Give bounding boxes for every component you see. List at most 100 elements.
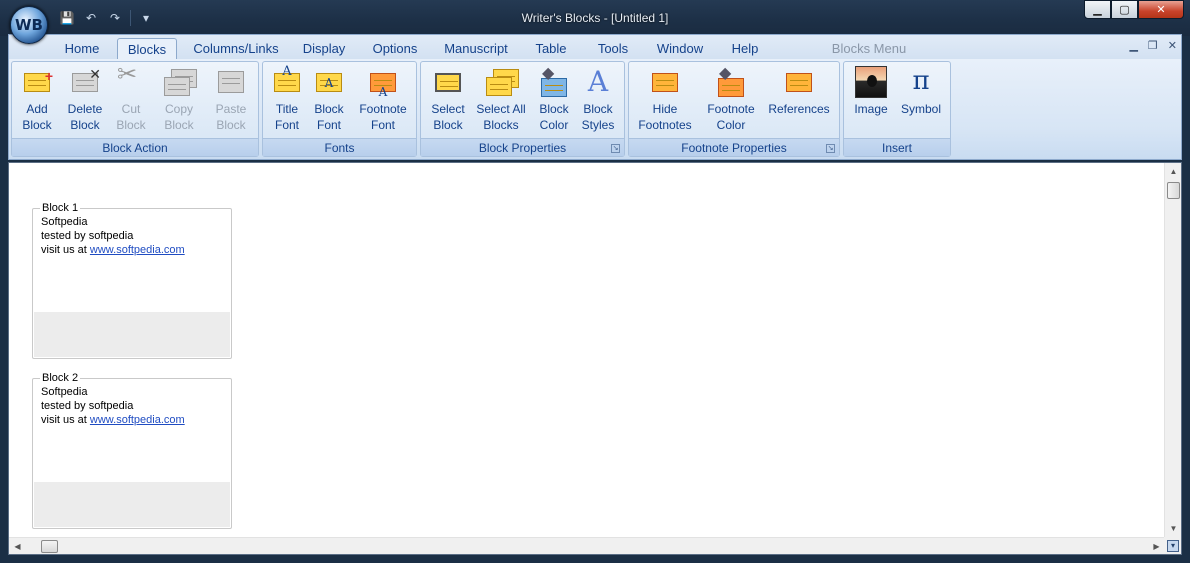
title-bar: WB 💾 ↶ ↷ ▾ Writer's Blocks - [Untitled 1… <box>0 0 1190 44</box>
block-link[interactable]: www.softpedia.com <box>90 244 185 256</box>
select-block-icon <box>432 66 464 98</box>
window-controls: ▁ ▢ ✕ <box>1084 0 1184 19</box>
copy-icon <box>163 66 197 98</box>
ribbon-panel: + Add Block ✕ Delete Block ✂ Cut Block C… <box>9 59 1181 159</box>
paint-bucket-icon: ◆ <box>715 66 747 98</box>
delete-block-button[interactable]: ✕ Delete Block <box>62 66 108 138</box>
app-logo: WB <box>15 16 43 34</box>
group-footnote-properties: Hide Footnotes ◆ Footnote Color Referenc… <box>628 61 840 157</box>
tab-blocks-menu[interactable]: Blocks Menu <box>827 38 911 59</box>
group-label: Fonts <box>263 138 416 156</box>
tab-home[interactable]: Home <box>55 38 109 59</box>
copy-block-button[interactable]: Copy Block <box>156 66 202 138</box>
scroll-right-icon[interactable]: ▶ <box>1148 538 1165 555</box>
document-window-controls: ▁ ❐ ✕ <box>1129 39 1177 52</box>
block-body[interactable]: Softpedia tested by softpedia visit us a… <box>41 215 185 257</box>
tab-blocks[interactable]: Blocks <box>117 38 177 59</box>
tab-display[interactable]: Display <box>297 38 351 59</box>
group-label: Block Properties <box>421 138 624 156</box>
delete-block-icon: ✕ <box>69 66 101 98</box>
maximize-button[interactable]: ▢ <box>1111 0 1138 19</box>
add-block-button[interactable]: + Add Block <box>14 66 60 138</box>
horizontal-scrollbar[interactable]: ◀ ▶ <box>9 537 1165 554</box>
tab-table[interactable]: Table <box>529 38 573 59</box>
cut-block-button[interactable]: ✂ Cut Block <box>110 61 152 138</box>
footnote-color-button[interactable]: ◆ Footnote Color <box>701 66 761 138</box>
block-text-line: visit us at <box>41 244 87 256</box>
dialog-launcher-icon[interactable]: ↘ <box>826 144 835 153</box>
scroll-up-icon[interactable]: ▲ <box>1165 163 1182 180</box>
select-all-blocks-button[interactable]: Select All Blocks <box>473 66 529 138</box>
group-label: Block Action <box>12 138 258 156</box>
footnote-font-button[interactable]: A Footnote Font <box>353 66 413 138</box>
application-menu-button[interactable]: WB <box>10 6 48 44</box>
scissors-icon: ✂ <box>117 61 138 88</box>
horizontal-scroll-thumb[interactable] <box>41 540 58 553</box>
title-font-icon: A <box>271 64 303 98</box>
vertical-scroll-thumb[interactable] <box>1167 182 1180 199</box>
hide-footnotes-button[interactable]: Hide Footnotes <box>635 66 695 138</box>
pi-symbol-icon: π <box>912 66 930 96</box>
ribbon-tabs: Home Blocks Columns/Links Display Option… <box>9 35 1181 59</box>
block-footnote-area[interactable] <box>34 312 230 357</box>
group-insert: Image π Symbol Insert <box>843 61 951 157</box>
block-font-button[interactable]: A Block Font <box>309 66 349 138</box>
block-color-button[interactable]: ◆ Block Color <box>533 66 575 138</box>
select-block-button[interactable]: Select Block <box>425 66 471 138</box>
block-font-icon: A <box>313 66 345 98</box>
document-frame: Block 1 Softpedia tested by softpedia vi… <box>8 162 1182 555</box>
close-button[interactable]: ✕ <box>1138 0 1184 19</box>
tab-options[interactable]: Options <box>365 38 425 59</box>
block-text-line: tested by softpedia <box>41 230 134 242</box>
document-canvas[interactable]: Block 1 Softpedia tested by softpedia vi… <box>9 163 1165 537</box>
document-minimize-icon[interactable]: ▁ <box>1129 39 1137 52</box>
vertical-scrollbar[interactable]: ▲ ▼ <box>1164 163 1181 537</box>
tab-columns-links[interactable]: Columns/Links <box>189 38 283 59</box>
block-title: Block 1 <box>40 202 81 214</box>
document-close-icon[interactable]: ✕ <box>1168 39 1177 52</box>
scroll-left-icon[interactable]: ◀ <box>9 538 26 555</box>
block-text-line: Softpedia <box>41 386 88 398</box>
tab-manuscript[interactable]: Manuscript <box>437 38 515 59</box>
text-block[interactable]: Block 1 Softpedia tested by softpedia vi… <box>32 202 232 359</box>
references-button[interactable]: References <box>767 66 831 138</box>
title-font-button[interactable]: A Title Font <box>267 64 307 138</box>
dialog-launcher-icon[interactable]: ↘ <box>611 144 620 153</box>
document-restore-icon[interactable]: ❐ <box>1148 39 1158 52</box>
group-label: Footnote Properties <box>629 138 839 156</box>
text-block[interactable]: Block 2 Softpedia tested by softpedia vi… <box>32 372 232 529</box>
tab-window[interactable]: Window <box>651 38 709 59</box>
paint-bucket-icon: ◆ <box>538 66 570 98</box>
minimize-button[interactable]: ▁ <box>1084 0 1111 19</box>
group-fonts: A Title Font A Block Font A Footnote Fon… <box>262 61 417 157</box>
add-block-icon: + <box>21 66 53 98</box>
scroll-options-icon[interactable]: ▾ <box>1167 540 1179 552</box>
scroll-corner: ▾ <box>1164 537 1181 554</box>
ribbon: Home Blocks Columns/Links Display Option… <box>8 34 1182 160</box>
select-all-blocks-icon <box>485 66 519 98</box>
group-block-properties: Select Block Select All Blocks ◆ Block C… <box>420 61 625 157</box>
group-label: Insert <box>844 138 950 156</box>
block-text-line: visit us at <box>41 414 87 426</box>
block-text-line: Softpedia <box>41 216 88 228</box>
block-styles-button[interactable]: A Block Styles <box>577 66 619 138</box>
block-body[interactable]: Softpedia tested by softpedia visit us a… <box>41 385 185 427</box>
block-title: Block 2 <box>40 372 81 384</box>
footnote-font-icon: A <box>367 66 399 99</box>
scroll-down-icon[interactable]: ▼ <box>1165 520 1182 537</box>
insert-symbol-button[interactable]: π Symbol <box>898 66 944 138</box>
block-link[interactable]: www.softpedia.com <box>90 414 185 426</box>
clipboard-icon <box>215 66 247 98</box>
group-block-action: + Add Block ✕ Delete Block ✂ Cut Block C… <box>11 61 259 157</box>
paste-block-button[interactable]: Paste Block <box>208 66 254 138</box>
tab-tools[interactable]: Tools <box>591 38 635 59</box>
block-footnote-area[interactable] <box>34 482 230 527</box>
window-title: Writer's Blocks - [Untitled 1] <box>521 11 669 25</box>
insert-image-button[interactable]: Image <box>850 66 892 138</box>
references-icon <box>783 66 815 98</box>
hide-footnotes-icon <box>649 66 681 98</box>
block-text-line: tested by softpedia <box>41 400 134 412</box>
image-icon <box>855 66 887 98</box>
tab-help[interactable]: Help <box>725 38 765 59</box>
styles-icon: A <box>587 65 609 98</box>
